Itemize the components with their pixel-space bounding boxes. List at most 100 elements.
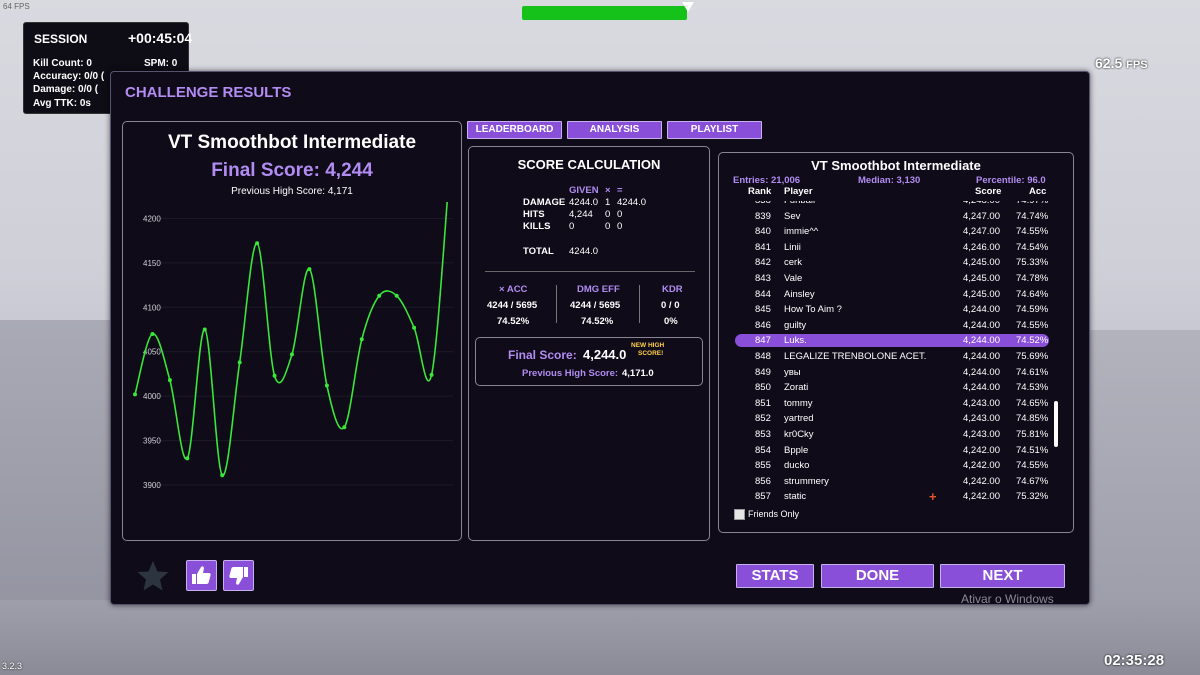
leaderboard-row[interactable]: 857 static 4,242.00 75.32% + [719,489,1075,504]
leaderboard-row[interactable]: 847 Luks. 4,244.00 74.52% [719,333,1075,348]
done-button[interactable]: DONE [821,564,934,588]
row-acc: 74.74% [1016,210,1049,222]
y-tick-label: 4200 [143,214,161,223]
row-score: 4,245.00 [963,273,1000,284]
new-high-score-line2: SCORE! [638,350,664,357]
stats-button[interactable]: STATS [736,564,814,588]
row-player: увы [784,366,801,378]
calc-hits-label: HITS [523,209,545,220]
calc-dmgeff-pct: 74.52% [581,316,614,327]
row-score: 4,245.00 [963,257,1000,269]
challenge-results-panel: CHALLENGE RESULTS VT Smoothbot Intermedi… [110,71,1090,606]
calc-column-divider [556,285,557,323]
leaderboard-entries: Entries: 21,006 [733,175,801,186]
leaderboard-row[interactable]: 851 tommy 4,243.00 74.65% [719,396,1075,411]
thumbs-down-button[interactable] [223,560,254,591]
row-acc: 74.67% [1016,475,1049,487]
leaderboard-row[interactable]: 841 Linii 4,246.00 74.54% [719,240,1075,255]
leaderboard-row[interactable]: 856 strummery 4,242.00 74.67% [719,474,1075,489]
thumbs-up-icon [192,566,211,584]
add-friend-icon[interactable]: + [929,489,937,504]
row-rank: 838 [755,201,771,206]
data-point [185,456,190,461]
tab-analysis[interactable]: ANALYSIS [567,121,662,139]
calc-divider [485,271,695,272]
row-score: 4,244.00 [963,351,1000,362]
leaderboard-row[interactable]: 849 увы 4,244.00 74.61% [719,365,1075,380]
row-acc: 74.52% [1016,335,1049,347]
data-point [237,360,242,365]
leaderboard-median: Median: 3,130 [858,175,921,186]
leaderboard-row[interactable]: 845 How To Aim ? 4,244.00 74.59% [719,302,1075,317]
calc-total-value: 4244.0 [569,246,599,257]
friends-only-checkbox[interactable] [734,509,745,520]
row-acc: 74.97% [1016,201,1048,206]
y-tick-label: 4100 [143,303,161,312]
row-score: 4,243.00 [963,413,1000,425]
row-acc: 74.64% [1016,288,1049,300]
calc-damage-given: 4244.0 [569,197,599,208]
next-button[interactable]: NEXT [940,564,1065,588]
tab-leaderboard[interactable]: LEADERBOARD [467,121,562,139]
leaderboard-row[interactable]: 840 immie^^ 4,247.00 74.55% [719,224,1075,239]
row-rank: 849 [755,366,771,378]
windows-activation-watermark: Ativar o Windows [961,592,1054,606]
leaderboard-row[interactable]: 844 Ainsley 4,245.00 74.64% [719,287,1075,302]
row-player: static [784,491,807,503]
health-bar [522,6,688,20]
y-tick-label: 3900 [143,481,161,490]
row-score: 4,242.00 [963,491,1000,503]
row-rank: 857 [755,491,771,503]
row-rank: 840 [755,226,771,238]
final-score-box: Final Score: 4,244.0 NEW HIGH SCORE! Pre… [475,337,703,386]
highlight-bar [735,334,1049,348]
leaderboard-row[interactable]: 855 ducko 4,242.00 74.55% [719,458,1075,473]
leaderboard-scrollbar[interactable] [1054,401,1058,447]
previous-high-score: Previous High Score: 4,171 [231,186,353,197]
data-point [133,392,137,397]
session-spm: SPM: 0 [144,58,178,69]
data-point [167,378,172,383]
version-label: 3.2.3 [2,661,23,671]
row-acc: 74.78% [1016,273,1049,284]
row-rank: 847 [755,335,771,347]
row-rank: 856 [755,475,771,487]
row-acc: 74.51% [1016,444,1049,456]
leaderboard-row[interactable]: 854 Bpple 4,242.00 74.51% [719,443,1075,458]
leaderboard-row[interactable]: 843 Vale 4,245.00 74.78% [719,271,1075,286]
leaderboard-row[interactable]: 852 yartred 4,243.00 74.85% [719,411,1075,426]
final-score-heading: Final Score: 4,244 [211,160,373,181]
leaderboard-row[interactable]: 842 cerk 4,245.00 75.33% [719,255,1075,270]
calc-acc-pct: 74.52% [497,316,530,327]
clock: 02:35:28 [1104,652,1165,669]
row-score: 4,242.00 [963,475,1000,487]
row-acc: 74.85% [1016,413,1049,425]
row-player: immie^^ [784,226,819,238]
tab-playlist[interactable]: PLAYLIST [667,121,762,139]
row-score: 4,244.00 [963,335,1000,347]
fps-counter-small: 64 FPS [3,2,30,11]
row-rank: 853 [755,429,771,440]
data-point [359,337,364,342]
data-point [307,267,312,272]
row-score: 4,245.00 [963,288,1000,300]
leaderboard-list[interactable]: 838 Funball 4,248.00 74.97% 839 Sev 4,247.00 74… [719,201,1075,508]
calc-hits-result: 0 [617,209,623,220]
session-kill-count: Kill Count: 0 [33,58,92,69]
y-tick-label: 4150 [143,259,161,268]
leaderboard-row[interactable]: 838 Funball 4,248.00 74.97% [719,201,1075,208]
health-marker-icon [682,2,694,12]
leaderboard-row[interactable]: 853 kr0Cky 4,243.00 75.81% [719,427,1075,442]
leaderboard-row[interactable]: 839 Sev 4,247.00 74.74% [719,209,1075,224]
data-point [394,293,399,298]
calc-dmgeff-ratio: 4244 / 5695 [570,300,621,311]
favorite-star-icon[interactable] [136,559,170,593]
thumbs-up-button[interactable] [186,560,217,591]
leaderboard-row[interactable]: 848 LEGALIZE TRENBOLONE ACET. 4,244.00 75.6… [719,349,1075,364]
leaderboard-row[interactable]: 850 Zorati 4,244.00 74.53% [719,380,1075,395]
leaderboard-row[interactable]: 846 guilty 4,244.00 74.55% [719,318,1075,333]
y-tick-label: 4000 [143,392,161,401]
row-player: cerk [784,257,802,269]
row-player: Zorati [784,382,809,394]
row-score: 4,247.00 [963,210,1000,222]
